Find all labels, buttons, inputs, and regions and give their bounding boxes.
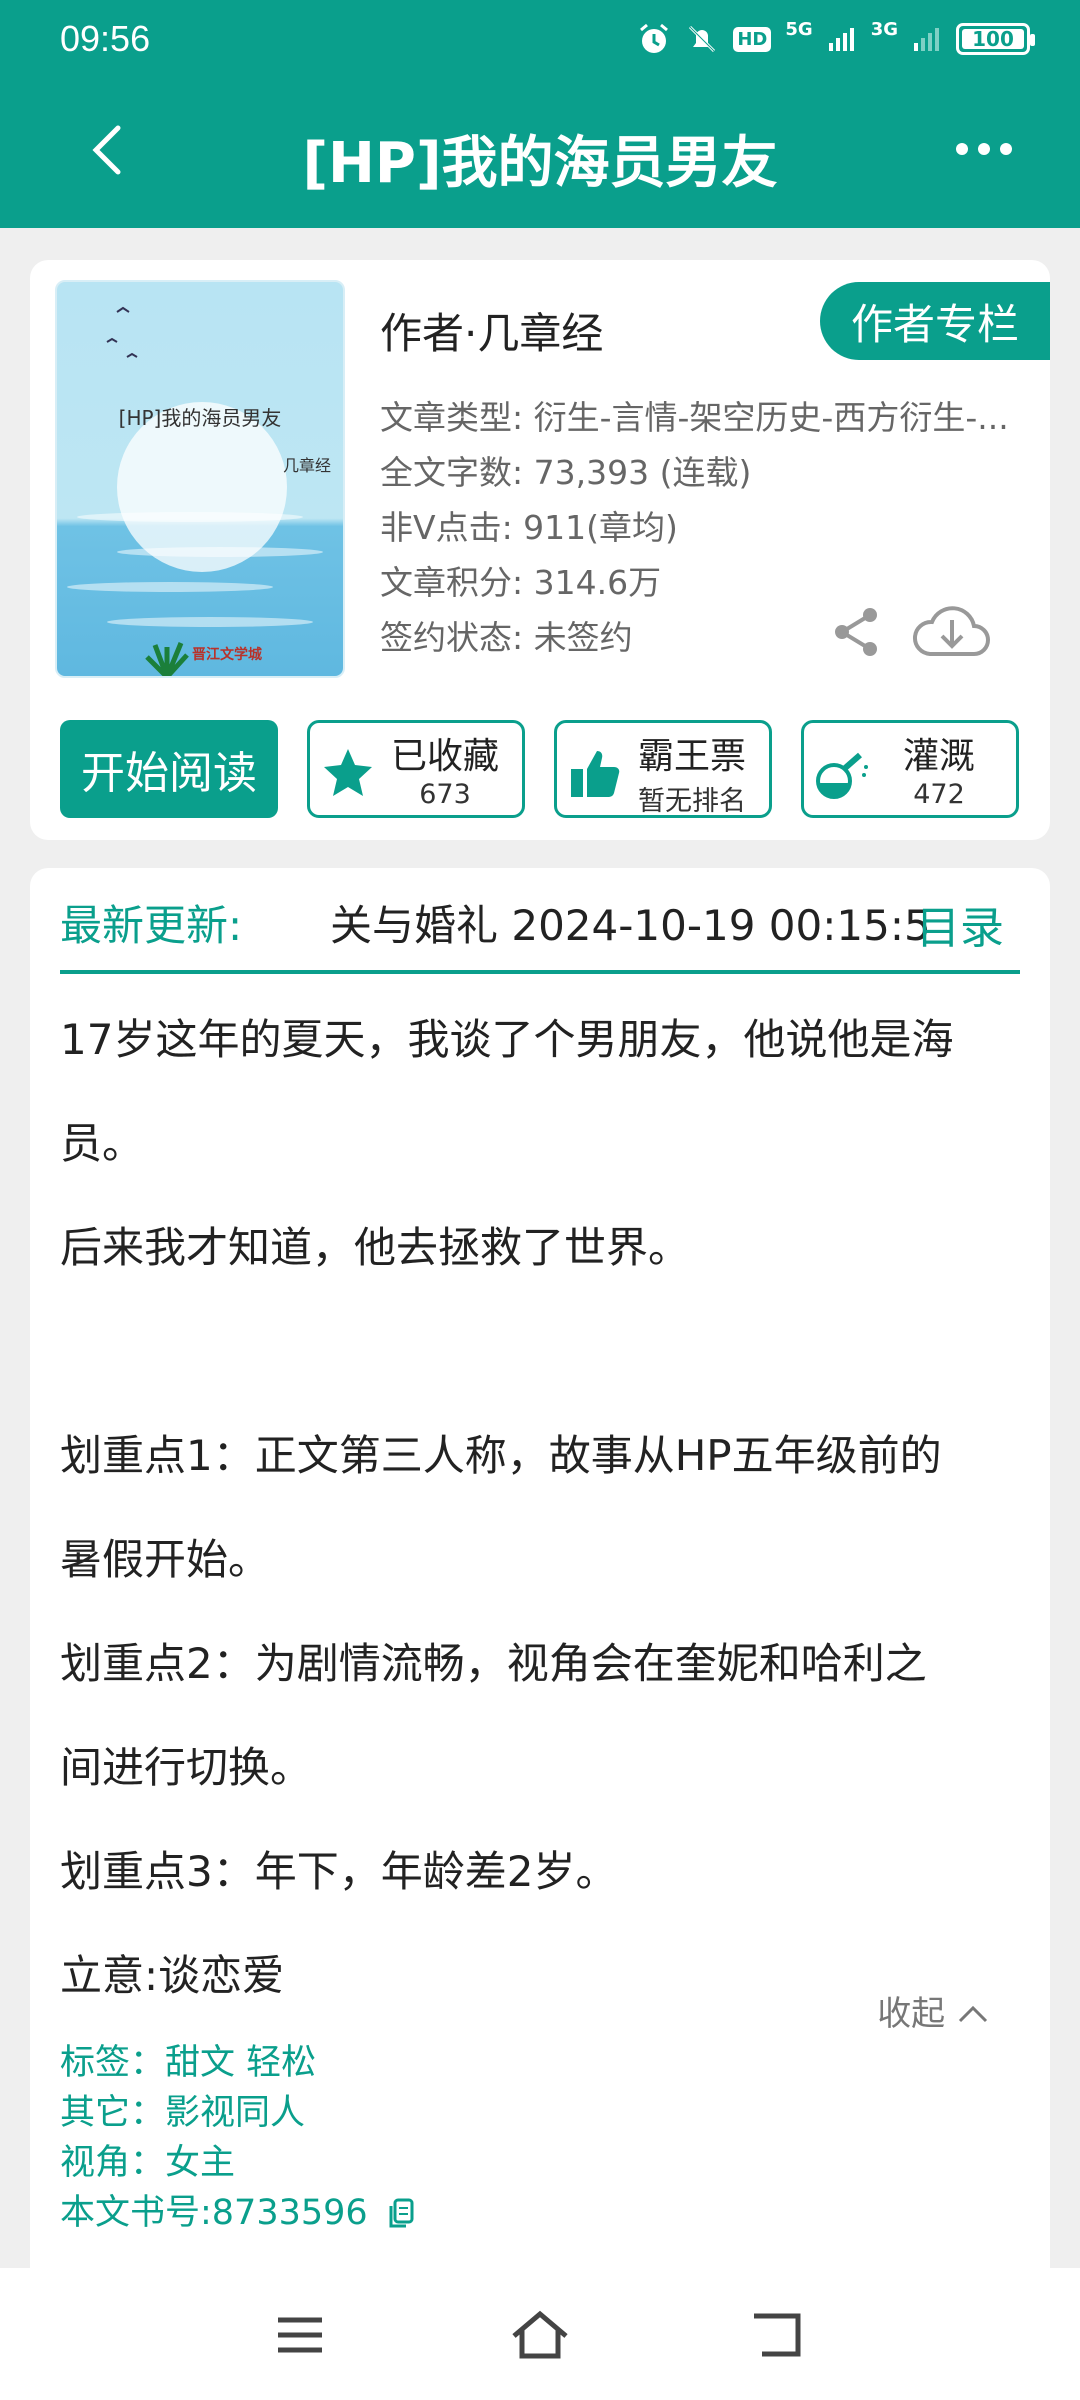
share-icon[interactable] — [830, 605, 884, 659]
nav-row: [HP]我的海员男友 — [0, 100, 1080, 210]
collapse-label: 收起 — [877, 1994, 946, 2034]
ticket-label: 霸王票 — [637, 736, 746, 777]
signal-5g-icon: 5G — [785, 18, 813, 40]
cover-author: 几章经 — [282, 456, 331, 475]
intro-line: 划重点3：年下，年龄差2岁。 — [60, 1847, 618, 1896]
back-arrow-icon[interactable] — [80, 120, 140, 180]
signal-3g-icon: 3G — [870, 18, 898, 40]
intro-line: 划重点1：正文第三人称，故事从HP五年级前的 — [60, 1431, 942, 1480]
meta-word-count: 全文字数: 73,393 (连载) — [380, 453, 752, 492]
cover-logo: 晋江文学城 — [192, 647, 262, 663]
intro-line: 划重点2：为剧情流畅，视角会在奎妮和哈利之 — [60, 1639, 927, 1688]
book-intro: 17岁这年的夏天，我谈了个男朋友，他说他是海 员。 后来我才知道，他去拯救了世界… — [60, 988, 1020, 2028]
nutrient-bottle-icon — [816, 752, 868, 799]
back-icon[interactable] — [750, 2308, 810, 2362]
book-info-card: [HP]我的海员男友 几章经 晋江文学城 作者·几章经 作者专栏 文章类型: 衍… — [30, 260, 1050, 840]
system-nav-bar — [0, 2268, 1080, 2400]
favorite-button[interactable]: 已收藏 673 — [307, 720, 525, 818]
menu-icon[interactable] — [270, 2308, 330, 2362]
intro-line: 间进行切换。 — [60, 1743, 313, 1792]
nutrient-count: 472 — [913, 779, 965, 810]
view-line: 视角：女主 — [60, 2143, 236, 2183]
alarm-icon — [640, 23, 669, 53]
intro-line: 后来我才知道，他去拯救了世界。 — [60, 1223, 691, 1272]
cover-wave — [67, 582, 273, 592]
cover-birds — [106, 306, 138, 358]
page-title: [HP]我的海员男友 — [302, 131, 778, 196]
author-name[interactable]: 作者·几章经 — [380, 300, 603, 361]
collapse-button[interactable]: 收起 — [877, 1986, 990, 2035]
cover-title: [HP]我的海员男友 — [118, 406, 282, 430]
ticket-rank: 暂无排名 — [638, 786, 746, 817]
status-icons: HD 5G 3G 100 — [637, 18, 1035, 56]
mute-bell-icon — [689, 25, 716, 53]
table-of-contents-link[interactable]: 目录 — [916, 892, 1004, 956]
ticket-button[interactable]: 霸王票 暂无排名 — [554, 720, 772, 818]
hd-icon: HD — [733, 26, 772, 52]
copy-icon[interactable] — [387, 2198, 415, 2230]
cover-wave — [77, 512, 303, 522]
meta-clicks: 非Ⅴ点击: 911(章均) — [380, 508, 678, 547]
signal-bars-weak-icon — [914, 28, 939, 51]
intro-line: 暑假开始。 — [60, 1535, 271, 1584]
cover-plant — [145, 642, 189, 676]
latest-update-value[interactable]: 关与婚礼 2024-10-19 00:15:5 — [330, 892, 930, 953]
tags-line[interactable]: 标签：甜文 轻松 — [60, 2038, 415, 2088]
other-line[interactable]: 其它：影视同人 — [60, 2088, 415, 2138]
more-options-icon[interactable] — [944, 124, 1024, 174]
intro-line: 员。 — [60, 1119, 145, 1168]
book-id-line: 本文书号:8733596 — [60, 2188, 415, 2238]
tag-list: 标签：甜文 轻松 其它：影视同人 视角：女主 本文书号:8733596 — [60, 2038, 415, 2238]
nutrient-label: 灌溉 — [902, 736, 975, 777]
battery-icon: 100 — [956, 23, 1035, 55]
book-cover[interactable]: [HP]我的海员男友 几章经 晋江文学城 — [55, 280, 345, 678]
action-row: 开始阅读 已收藏 673 霸王票 暂无排名 灌溉 472 — [60, 720, 1020, 820]
download-cloud-icon[interactable] — [910, 598, 994, 664]
latest-update-row[interactable]: 最新更新: 关与婚礼 2024-10-19 00:15:5 目录 — [60, 868, 1020, 974]
intro-card: 最新更新: 关与婚礼 2024-10-19 00:15:5 目录 17岁这年的夏… — [30, 868, 1050, 2268]
cover-wave — [117, 547, 323, 557]
home-icon[interactable] — [510, 2308, 570, 2362]
intro-line: 立意:谈恋爱 — [60, 1951, 285, 2000]
status-time: 09:56 — [60, 18, 151, 59]
star-icon — [324, 749, 372, 796]
latest-update-label: 最新更新: — [60, 901, 243, 950]
status-bar: 09:56 HD 5G 3G 100 — [0, 0, 1080, 80]
signal-bars-icon — [828, 28, 854, 51]
intro-line: 17岁这年的夏天，我谈了个男朋友，他说他是海 — [60, 1015, 954, 1064]
nutrient-button[interactable]: 灌溉 472 — [801, 720, 1019, 818]
author-column-button[interactable]: 作者专栏 — [820, 282, 1050, 360]
cover-wave — [107, 617, 313, 627]
thumbs-up-icon — [571, 751, 620, 797]
chevron-up-icon — [958, 2005, 988, 2023]
favorite-count: 673 — [419, 779, 471, 810]
favorite-label: 已收藏 — [390, 736, 499, 777]
intro-line — [60, 1300, 1020, 1404]
app-header: 09:56 HD 5G 3G 100 [HP]我的海员男友 — [0, 0, 1080, 228]
start-reading-button[interactable]: 开始阅读 — [60, 720, 278, 818]
book-id-text: 本文书号:8733596 — [60, 2193, 368, 2233]
meta-genre: 文章类型: 衍生-言情-架空历史-西方衍生-... — [380, 398, 1009, 437]
